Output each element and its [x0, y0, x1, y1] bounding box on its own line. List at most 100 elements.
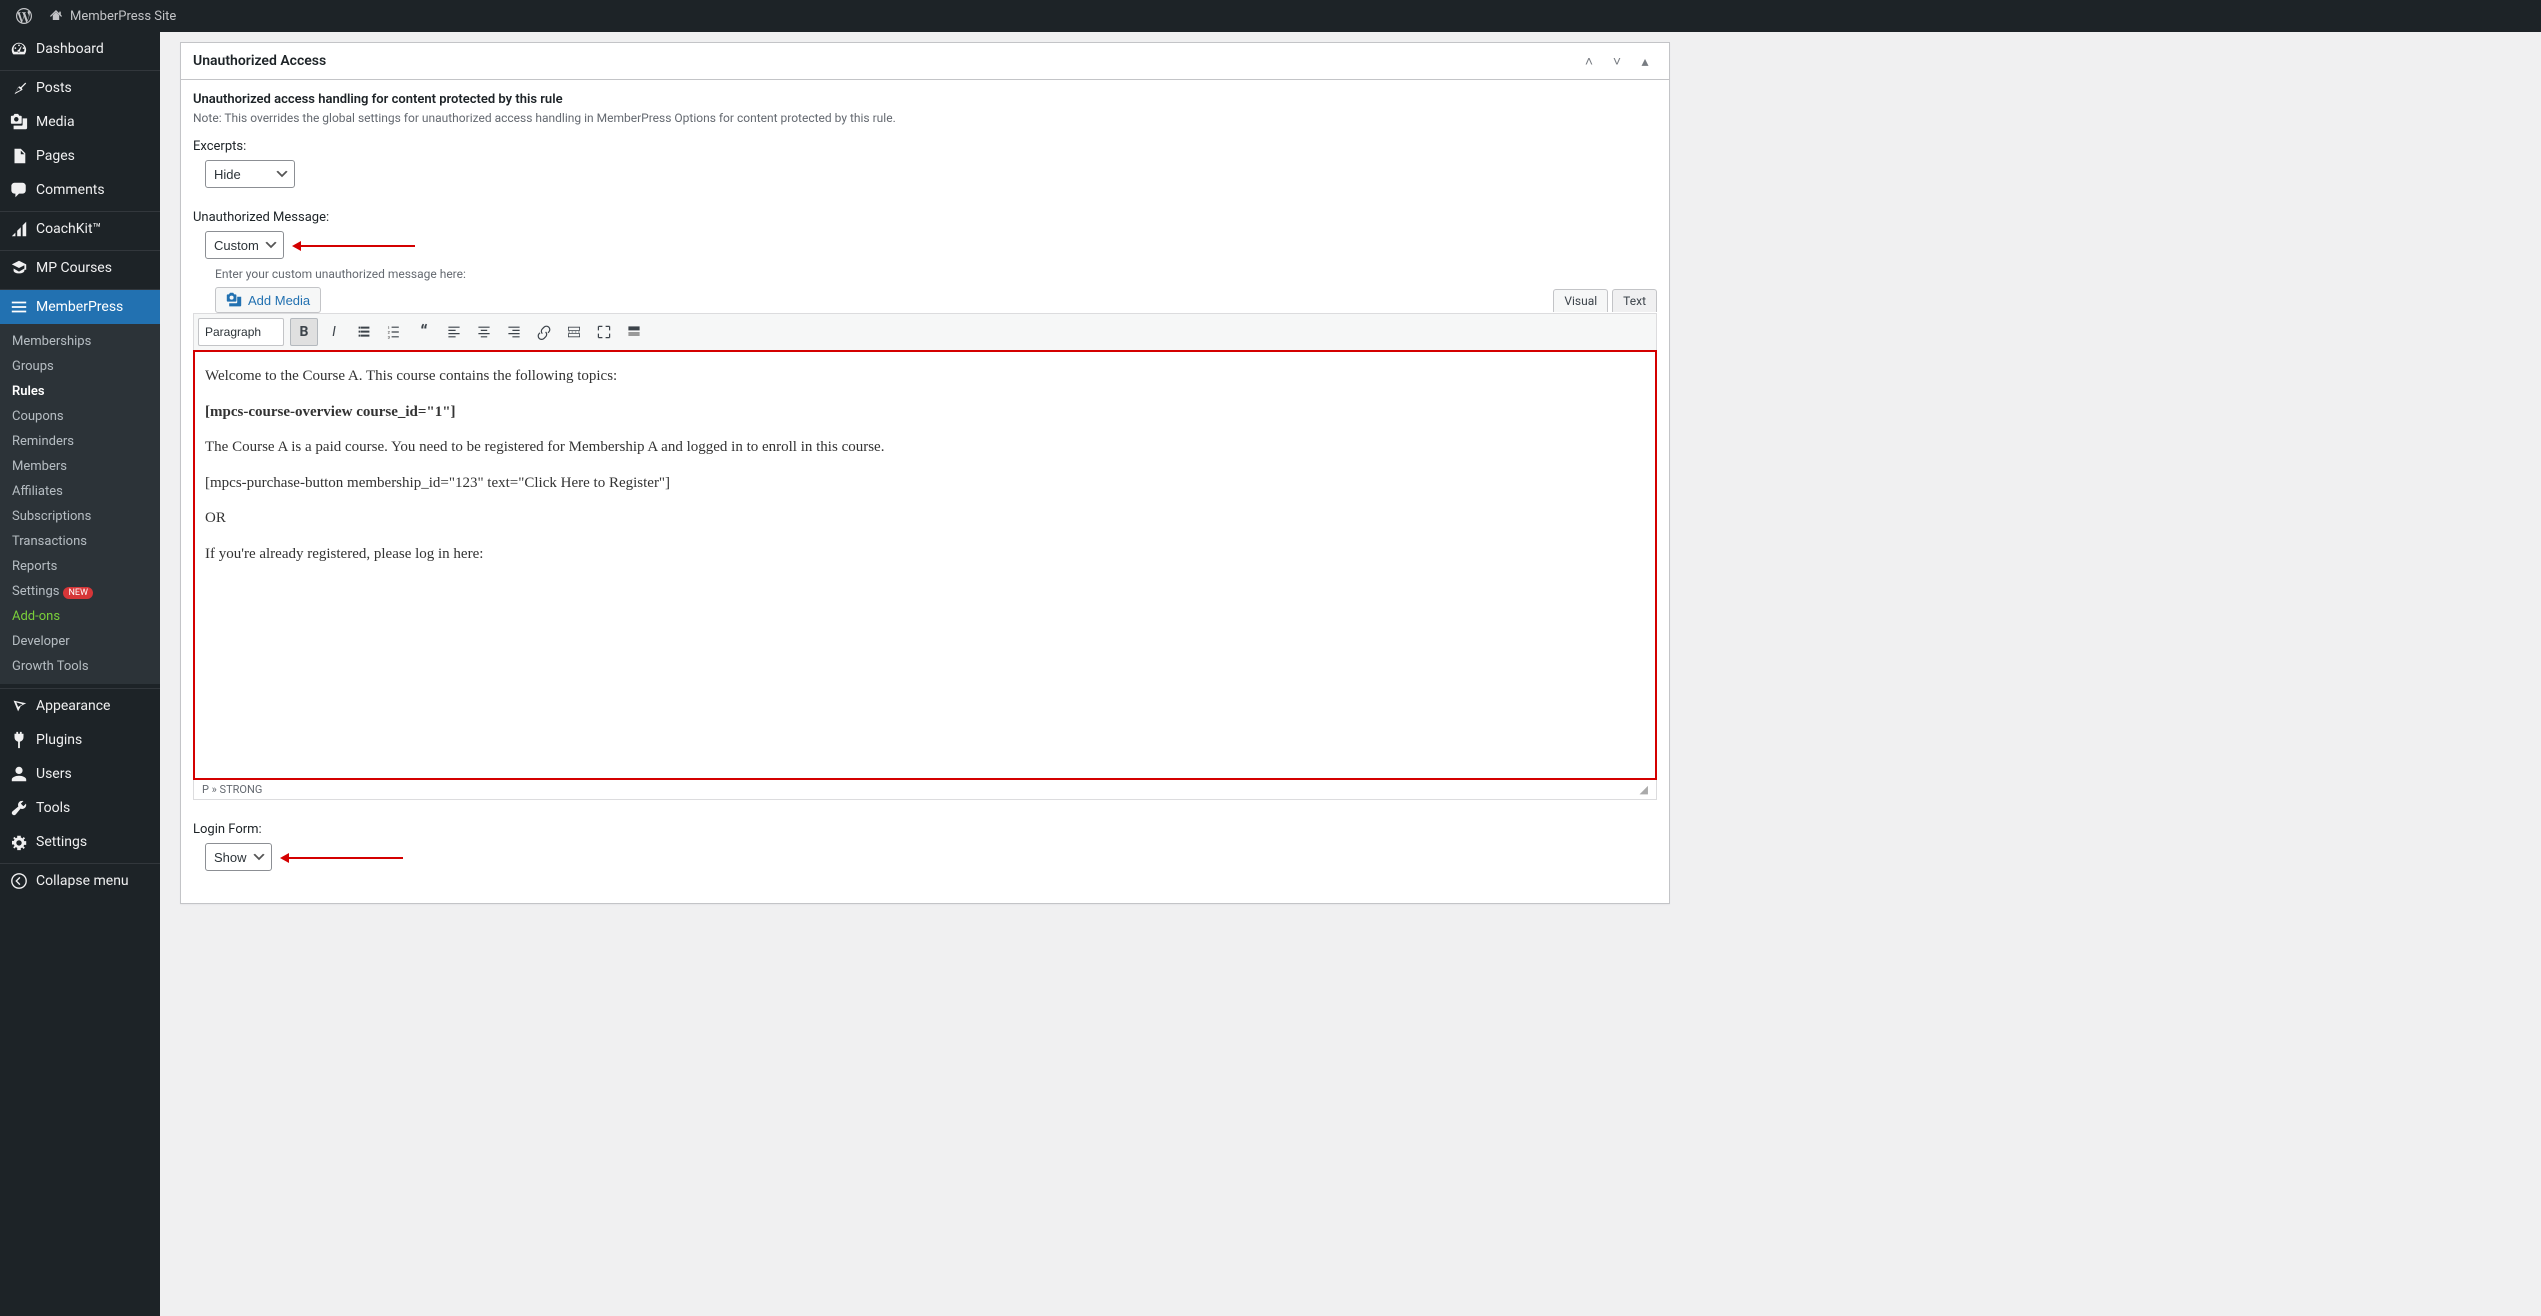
wp-logo[interactable] [8, 0, 40, 32]
wordpress-icon [16, 8, 32, 24]
align-center-icon [476, 324, 492, 340]
arrow-annotation [295, 245, 415, 247]
menu-appearance[interactable]: Appearance [0, 689, 160, 723]
unauthorized-access-panel: Unauthorized Access ˄ ˅ ▴ Unauthorized a… [180, 42, 1670, 904]
site-name-text: MemberPress Site [70, 9, 176, 24]
login-form-select[interactable]: Show [205, 843, 272, 871]
menu-settings[interactable]: Settings [0, 825, 160, 859]
editor-statusbar: P » STRONG ◢ [193, 780, 1657, 800]
readmore-button[interactable] [560, 318, 588, 346]
plugins-icon [10, 731, 28, 749]
editor-path: P » STRONG [202, 783, 262, 796]
new-badge: NEW [63, 587, 93, 599]
align-right-button[interactable] [500, 318, 528, 346]
media-add-icon [226, 292, 242, 308]
menu-dashboard[interactable]: Dashboard [0, 32, 160, 66]
menu-mp-courses[interactable]: MP Courses [0, 251, 160, 285]
menu-tools[interactable]: Tools [0, 791, 160, 825]
link-icon [536, 324, 552, 340]
section-title: Unauthorized access handling for content… [193, 92, 1657, 107]
panel-header: Unauthorized Access ˄ ˅ ▴ [181, 43, 1669, 80]
submenu-growth-tools[interactable]: Growth Tools [0, 654, 160, 679]
menu-coachkit[interactable]: CoachKit™ [0, 212, 160, 246]
add-media-button[interactable]: Add Media [215, 287, 321, 313]
menu-plugins[interactable]: Plugins [0, 723, 160, 757]
media-icon [10, 113, 28, 131]
menu-comments[interactable]: Comments [0, 173, 160, 207]
settings-icon [10, 833, 28, 851]
svg-text:3: 3 [388, 334, 390, 339]
section-note: Note: This overrides the global settings… [193, 111, 1657, 125]
panel-title: Unauthorized Access [193, 43, 326, 79]
panel-move-up[interactable]: ˄ [1577, 49, 1601, 73]
toolbar-toggle-button[interactable] [620, 318, 648, 346]
pin-icon [10, 79, 28, 97]
bold-button[interactable]: B [290, 318, 318, 346]
memberpress-submenu: Memberships Groups Rules Coupons Reminde… [0, 324, 160, 684]
site-name[interactable]: MemberPress Site [40, 0, 184, 32]
pages-icon [10, 147, 28, 165]
submenu-transactions[interactable]: Transactions [0, 529, 160, 554]
submenu-settings[interactable]: SettingsNEW [0, 579, 160, 604]
align-center-button[interactable] [470, 318, 498, 346]
submenu-affiliates[interactable]: Affiliates [0, 479, 160, 504]
tab-text[interactable]: Text [1612, 289, 1657, 312]
format-select[interactable]: Paragraph [198, 318, 284, 346]
menu-posts[interactable]: Posts [0, 71, 160, 105]
chart-icon [10, 220, 28, 238]
menu-pages[interactable]: Pages [0, 139, 160, 173]
numbered-list-icon: 123 [386, 324, 402, 340]
appearance-icon [10, 697, 28, 715]
submenu-groups[interactable]: Groups [0, 354, 160, 379]
menu-users[interactable]: Users [0, 757, 160, 791]
panel-move-down[interactable]: ˅ [1605, 49, 1629, 73]
users-icon [10, 765, 28, 783]
editor-p5: OR [205, 506, 1645, 532]
login-form-label: Login Form: [193, 822, 1657, 837]
editor-p2: [mpcs-course-overview course_id="1"] [205, 404, 456, 420]
home-icon [48, 8, 64, 24]
submenu-coupons[interactable]: Coupons [0, 404, 160, 429]
align-right-icon [506, 324, 522, 340]
italic-button[interactable]: I [320, 318, 348, 346]
toolbar-toggle-icon [626, 324, 642, 340]
excerpts-label: Excerpts: [193, 139, 1657, 154]
link-button[interactable] [530, 318, 558, 346]
editor-p4: [mpcs-purchase-button membership_id="123… [205, 471, 1645, 497]
submenu-addons[interactable]: Add-ons [0, 604, 160, 629]
submenu-reminders[interactable]: Reminders [0, 429, 160, 454]
submenu-members[interactable]: Members [0, 454, 160, 479]
panel-toggle[interactable]: ▴ [1633, 49, 1657, 73]
readmore-icon [566, 324, 582, 340]
menu-collapse[interactable]: Collapse menu [0, 864, 160, 898]
admin-bar: MemberPress Site [0, 0, 2541, 32]
numbered-list-button[interactable]: 123 [380, 318, 408, 346]
unauth-msg-select[interactable]: Custom [205, 231, 284, 259]
fullscreen-icon [596, 324, 612, 340]
menu-memberpress[interactable]: MemberPress [0, 290, 160, 324]
submenu-rules[interactable]: Rules [0, 379, 160, 404]
align-left-icon [446, 324, 462, 340]
arrow-annotation-2 [283, 857, 403, 859]
blockquote-button[interactable]: “ [410, 318, 438, 346]
tab-visual[interactable]: Visual [1553, 289, 1608, 312]
comments-icon [10, 181, 28, 199]
fullscreen-button[interactable] [590, 318, 618, 346]
bullet-list-icon [356, 324, 372, 340]
align-left-button[interactable] [440, 318, 468, 346]
menu-media[interactable]: Media [0, 105, 160, 139]
editor-content-area[interactable]: Welcome to the Course A. This course con… [193, 350, 1657, 780]
editor-p6: If you're already registered, please log… [205, 542, 1645, 568]
courses-icon [10, 259, 28, 277]
excerpts-select[interactable]: Hide [205, 160, 295, 188]
resize-handle[interactable]: ◢ [1640, 783, 1648, 796]
submenu-memberships[interactable]: Memberships [0, 329, 160, 354]
editor-p3: The Course A is a paid course. You need … [205, 435, 1645, 461]
bullet-list-button[interactable] [350, 318, 378, 346]
collapse-icon [10, 872, 28, 890]
editor-helper-text: Enter your custom unauthorized message h… [215, 267, 1657, 281]
editor-p1: Welcome to the Course A. This course con… [205, 364, 1645, 390]
submenu-developer[interactable]: Developer [0, 629, 160, 654]
submenu-reports[interactable]: Reports [0, 554, 160, 579]
submenu-subscriptions[interactable]: Subscriptions [0, 504, 160, 529]
